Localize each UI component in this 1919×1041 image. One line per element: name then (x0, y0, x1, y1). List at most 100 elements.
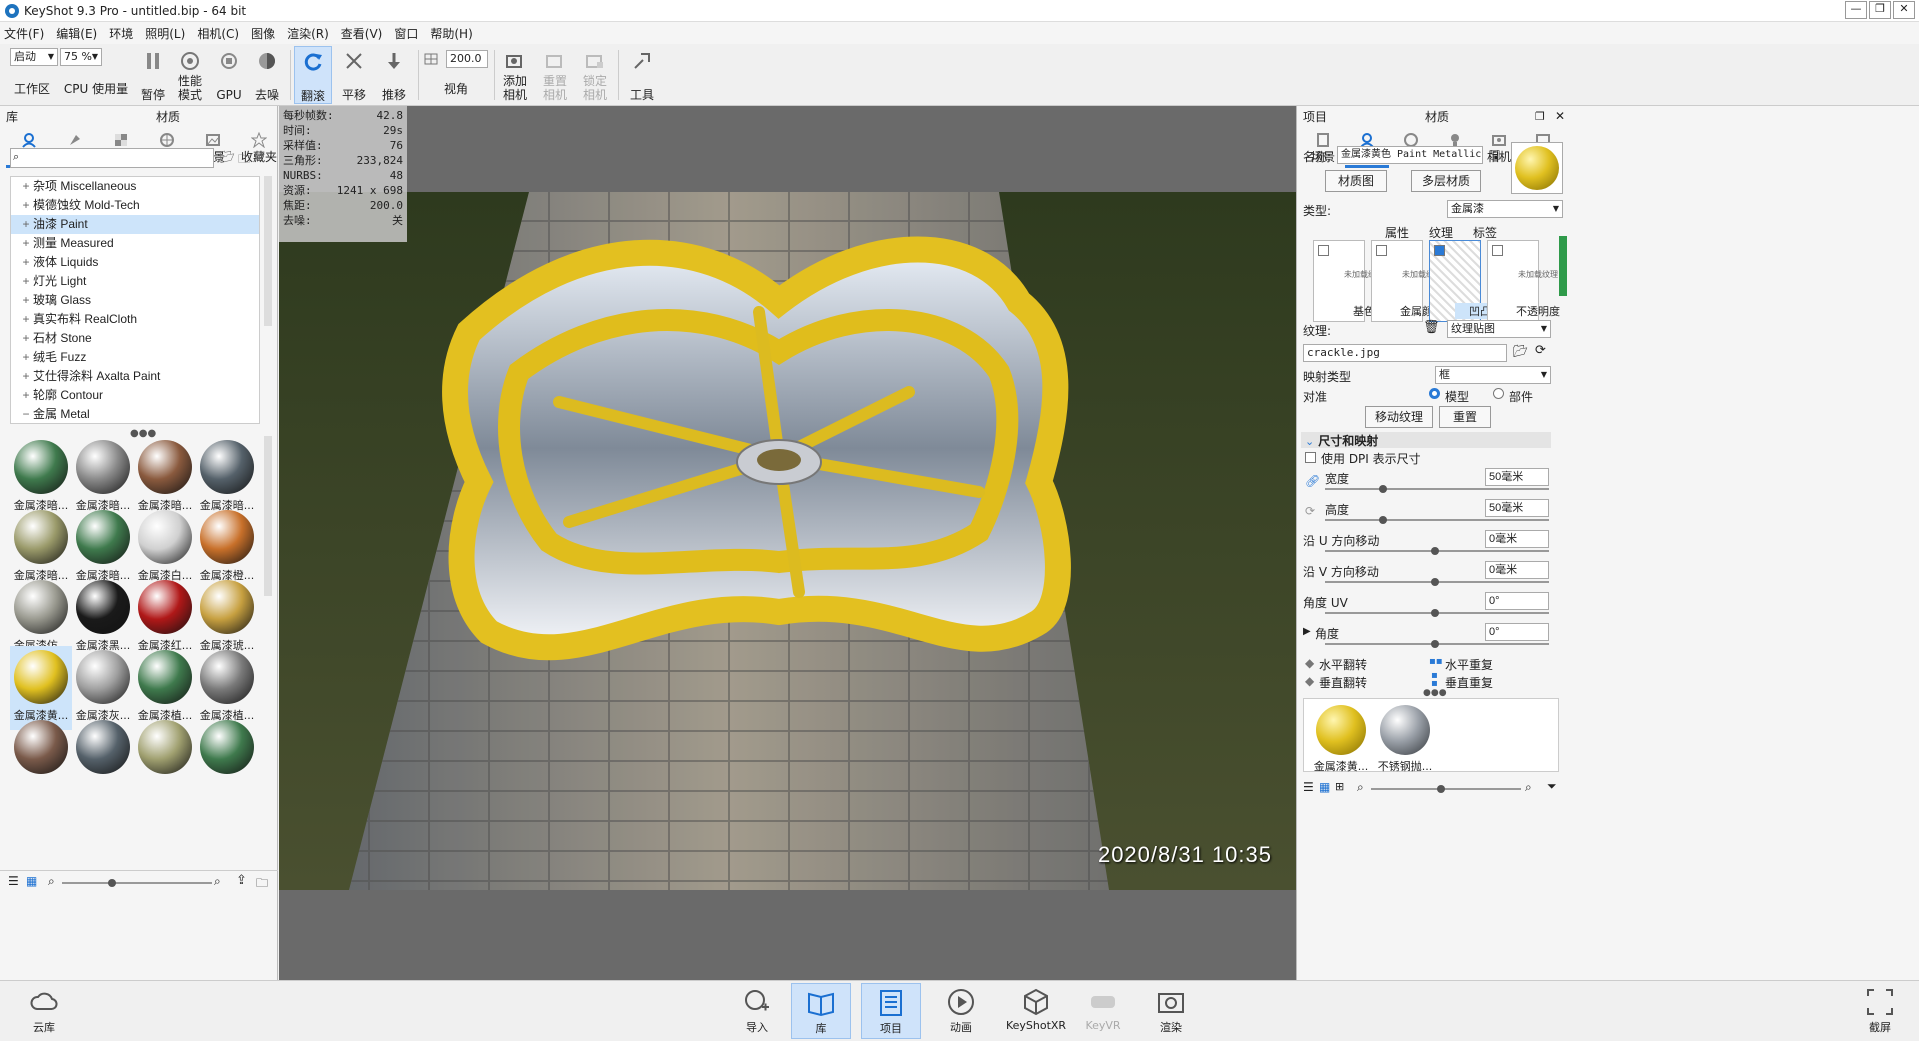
list-view-icon[interactable]: ☰ (1303, 780, 1314, 794)
cloud-library-button[interactable]: 云库 (14, 983, 74, 1039)
render-viewport[interactable]: 每秒帧数: 42.8 时间: 29s 采样值: 76 三角形: 233,824 NURB… (279, 106, 1296, 980)
tree-item[interactable]: + 真实布料 RealCloth (11, 310, 259, 329)
library-button[interactable]: 库 (791, 983, 851, 1039)
tree-item[interactable]: − 金属 Metal (11, 405, 259, 423)
folder-sync-icon[interactable]: 🗀︎ (256, 874, 268, 895)
refresh-icon[interactable]: ⟳ (254, 149, 265, 164)
angle-slider[interactable] (1325, 640, 1549, 648)
dolly-button[interactable]: 推移 (376, 46, 412, 104)
library-search-input[interactable] (10, 148, 214, 168)
tumble-button[interactable]: 翻滚 (294, 46, 332, 104)
folder-add-icon[interactable]: 🗀︎ (238, 150, 250, 171)
link-icon[interactable]: 🔗︎ (1305, 474, 1320, 488)
slot-checkbox[interactable] (1492, 245, 1503, 256)
import-button[interactable]: 导入 (727, 983, 787, 1039)
minimize-button[interactable]: — (1845, 1, 1867, 19)
slot-checkbox-checked[interactable] (1434, 245, 1445, 256)
keyshotxr-button[interactable]: KeyShotXR (1003, 983, 1069, 1039)
material-thumbnail[interactable] (72, 716, 134, 800)
repeat-horizontal-icon[interactable]: ▪▪ (1429, 656, 1443, 667)
size-mapping-section[interactable]: ⌄ 尺寸和映射 (1301, 432, 1551, 448)
menu-image[interactable]: 图像 (251, 25, 275, 42)
material-preview[interactable] (1511, 142, 1563, 194)
subtab-labels[interactable]: 标签 (1473, 224, 1497, 241)
tree-scrollbar[interactable] (264, 176, 272, 326)
used-material-item[interactable]: 金属漆黄... (1310, 701, 1372, 785)
flip-vertical-label[interactable]: 垂直翻转 (1319, 674, 1367, 691)
panel-scrollbar[interactable] (1559, 236, 1567, 296)
texture-slot-opacity[interactable]: 未加载纹理 不透明度 (1487, 240, 1560, 322)
expand-icon[interactable]: + (19, 215, 33, 234)
slider-knob[interactable] (1431, 640, 1439, 648)
slider-knob[interactable] (1437, 785, 1445, 793)
texture-slot-bump[interactable]: 凹凸 (1429, 240, 1505, 322)
tree-item[interactable]: + 杂项 Miscellaneous (11, 177, 259, 196)
repeat-horizontal-label[interactable]: 水平重复 (1445, 656, 1493, 673)
rendered-scene[interactable]: 2020/8/31 10:35 (279, 192, 1296, 890)
texture-slot-base-color[interactable]: 未加载纹理 基色 (1313, 240, 1384, 322)
expand-icon[interactable]: + (19, 310, 33, 329)
expand-icon[interactable]: + (19, 253, 33, 272)
flip-vertical-icon[interactable]: ◆ (1305, 674, 1314, 688)
splitter-handle[interactable]: ●●● (1423, 688, 1447, 698)
material-thumbnail[interactable] (134, 716, 196, 800)
align-model-radio[interactable] (1429, 388, 1440, 399)
tree-item[interactable]: + 模德蚀纹 Mold-Tech (11, 196, 259, 215)
expand-icon[interactable]: + (19, 196, 33, 215)
lock-camera-button[interactable]: 锁定 相机 (578, 46, 612, 104)
expand-icon[interactable]: + (19, 272, 33, 291)
flip-horizontal-label[interactable]: 水平翻转 (1319, 656, 1367, 673)
reset-camera-button[interactable]: 重置 相机 (538, 46, 572, 104)
texture-file-input[interactable]: crackle.jpg (1303, 344, 1507, 362)
menu-help[interactable]: 帮助(H) (430, 25, 472, 42)
repeat-vertical-label[interactable]: 垂直重复 (1445, 674, 1493, 691)
chevron-right-icon[interactable]: ▶ (1303, 626, 1311, 637)
menu-lighting[interactable]: 照明(L) (145, 25, 185, 42)
height-input[interactable]: 50毫米 (1485, 499, 1549, 517)
expand-icon[interactable]: + (19, 291, 33, 310)
thumbnail-size-slider[interactable] (62, 879, 212, 887)
upload-icon[interactable]: ⇪ (236, 873, 247, 888)
v-shift-input[interactable]: 0毫米 (1485, 561, 1549, 579)
move-texture-button[interactable]: 移动纹理 (1365, 406, 1433, 428)
tree-item[interactable]: + 液体 Liquids (11, 253, 259, 272)
refresh-icon[interactable]: ⟳ (1535, 343, 1546, 358)
keyvr-button[interactable]: KeyVR (1073, 983, 1133, 1039)
slot-checkbox[interactable] (1376, 245, 1387, 256)
zoom-in-icon[interactable]: ⌕ (1525, 780, 1532, 795)
pan-button[interactable]: 平移 (336, 46, 372, 104)
repeat-vertical-icon[interactable]: ▪ ▪ (1431, 671, 1438, 689)
menu-view[interactable]: 查看(V) (341, 25, 383, 42)
restore-button[interactable]: ❐ (1869, 1, 1891, 19)
multi-material-button[interactable]: 多层材质 (1411, 170, 1481, 192)
zoom-in-icon[interactable]: ⌕ (214, 874, 221, 889)
animation-button[interactable]: 动画 (931, 983, 991, 1039)
tree-view-icon[interactable]: ⊞ (1335, 780, 1344, 793)
slider-knob[interactable] (108, 879, 116, 887)
uv-angle-slider[interactable] (1325, 609, 1549, 617)
u-shift-input[interactable]: 0毫米 (1485, 530, 1549, 548)
menu-camera[interactable]: 相机(C) (197, 25, 239, 42)
flip-horizontal-icon[interactable]: ◆ (1305, 656, 1314, 670)
menu-window[interactable]: 窗口 (394, 25, 418, 42)
material-thumbnail[interactable] (196, 716, 258, 800)
expand-icon[interactable]: + (19, 177, 33, 196)
denoise-button[interactable]: 去噪 (250, 46, 284, 104)
panel-close-icon[interactable]: ✕ (1555, 109, 1565, 123)
thumbnail-scrollbar[interactable] (264, 436, 272, 596)
grid-view-icon[interactable]: ▦ (1319, 780, 1330, 794)
width-slider[interactable] (1325, 485, 1549, 493)
menu-edit[interactable]: 编辑(E) (56, 25, 97, 42)
unlink-icon[interactable]: ⟳ (1305, 504, 1315, 518)
trash-icon[interactable]: 🗑︎ (1423, 320, 1440, 335)
expand-icon[interactable]: + (19, 348, 33, 367)
pause-button[interactable]: 暂停 (136, 46, 170, 104)
expand-icon[interactable]: + (19, 367, 33, 386)
material-type-select[interactable]: 金属漆 ▼ (1447, 200, 1563, 218)
slider-knob[interactable] (1379, 516, 1387, 524)
filter-icon[interactable]: ⏷ (1547, 779, 1557, 794)
width-input[interactable]: 50毫米 (1485, 468, 1549, 486)
render-button[interactable]: 渲染 (1141, 983, 1201, 1039)
angle-input[interactable]: 0° (1485, 623, 1549, 641)
tree-item[interactable]: + 艾仕得涂料 Axalta Paint (11, 367, 259, 386)
